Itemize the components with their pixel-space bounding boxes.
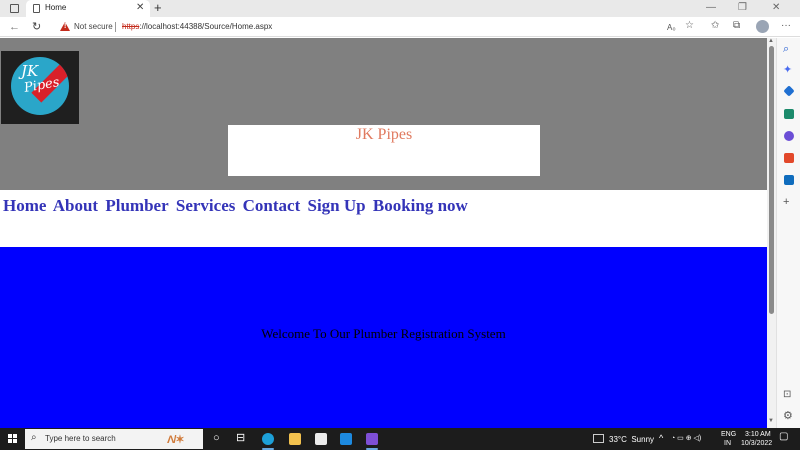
site-logo: JK Pipes <box>1 51 79 124</box>
minimize-button[interactable]: — <box>706 1 716 15</box>
weather-widget[interactable]: 33°C Sunny <box>609 435 654 444</box>
browser-tab-home[interactable]: Home ✕ <box>26 0 150 17</box>
taskbar-search[interactable]: ⌕ Type here to search Λ/✶ <box>25 429 203 449</box>
scroll-down-icon[interactable]: ▼ <box>768 418 774 424</box>
mail-icon[interactable] <box>340 433 352 445</box>
read-aloud-icon[interactable]: A₀ <box>667 21 676 35</box>
sidebar-toggle-icon[interactable]: ⊡ <box>783 389 791 400</box>
browser-titlebar: Home ✕ + — ❐ ✕ <box>0 0 800 17</box>
weather-icon[interactable] <box>593 434 604 443</box>
tab-actions-icon[interactable] <box>10 4 19 13</box>
welcome-text: Welcome To Our Plumber Registration Syst… <box>261 326 506 341</box>
search-icon: ⌕ <box>31 432 37 443</box>
more-icon[interactable]: ··· <box>781 19 791 33</box>
games-icon[interactable] <box>784 131 794 141</box>
logo-text-jk: JK <box>21 62 39 80</box>
clock-date[interactable]: 10/3/2022 <box>741 440 772 448</box>
tray-icons[interactable]: ◔ ▭ ⊕ ◁) <box>671 435 701 443</box>
page-scrollbar[interactable]: ▲ ▼ <box>767 38 776 428</box>
taskbar: ⌕ Type here to search Λ/✶ ○ ⊟ 33°C Sunny… <box>0 428 800 450</box>
store-icon[interactable] <box>315 433 327 445</box>
profile-icon[interactable] <box>756 20 769 33</box>
edge-sidebar: ⌕ ✦ + ⊡ ⚙ <box>776 38 800 428</box>
discover-icon[interactable]: ✦ <box>783 65 792 76</box>
start-button[interactable] <box>8 434 18 444</box>
url-text[interactable]: https://localhost:44388/Source/Home.aspx <box>122 22 272 31</box>
tools-icon[interactable] <box>784 109 794 119</box>
collections-icon[interactable]: ⧉ <box>733 19 740 33</box>
office-icon[interactable] <box>784 153 794 163</box>
tab-close-icon[interactable]: ✕ <box>136 2 144 14</box>
nav-link-contact[interactable]: Contact <box>243 196 301 215</box>
language-label[interactable]: ENG <box>721 431 736 439</box>
page-header: JK Pipes JK Pipes <box>0 38 767 190</box>
search-highlight-icon: Λ/✶ <box>167 434 185 446</box>
clock-time[interactable]: 3:10 AM <box>745 431 771 439</box>
search-icon[interactable]: ⌕ <box>783 44 789 55</box>
tab-title: Home <box>45 3 67 12</box>
scroll-thumb[interactable] <box>769 46 774 314</box>
nav-link-home[interactable]: Home <box>3 196 46 215</box>
nav-link-services[interactable]: Services <box>176 196 235 215</box>
refresh-button[interactable]: ↻ <box>32 20 41 34</box>
cortana-icon[interactable]: ○ <box>213 431 220 445</box>
nav-link-sign-up[interactable]: Sign Up <box>307 196 365 215</box>
task-view-icon[interactable]: ⊟ <box>236 431 245 445</box>
new-tab-button[interactable]: + <box>154 0 162 16</box>
visual-studio-icon[interactable] <box>366 433 378 445</box>
nav-link-about[interactable]: About <box>53 196 98 215</box>
nav-link-booking-now[interactable]: Booking now <box>373 196 468 215</box>
site-title: JK Pipes <box>355 126 413 143</box>
page-icon <box>33 4 40 13</box>
shopping-tag-icon[interactable] <box>783 85 795 97</box>
welcome-section: Welcome To Our Plumber Registration Syst… <box>0 247 767 428</box>
scroll-up-icon[interactable]: ▲ <box>768 38 774 44</box>
settings-icon[interactable]: ⚙ <box>783 411 793 422</box>
back-button[interactable]: ← <box>9 20 20 34</box>
outlook-icon[interactable] <box>784 175 794 185</box>
main-nav: Home About Plumber Services Contact Sign… <box>3 196 471 216</box>
close-window-button[interactable]: ✕ <box>772 1 780 15</box>
notifications-icon[interactable]: ▢ <box>779 432 788 442</box>
favorites-icon[interactable]: ✩ <box>711 19 719 33</box>
nav-link-plumber[interactable]: Plumber <box>105 196 168 215</box>
edge-icon[interactable] <box>262 433 274 445</box>
security-label[interactable]: Not secure <box>74 22 113 31</box>
add-icon[interactable]: + <box>783 197 789 208</box>
tray-chevron-icon[interactable]: ^ <box>659 434 663 443</box>
page-viewport: JK Pipes JK Pipes Home About Plumber Ser… <box>0 38 767 428</box>
file-explorer-icon[interactable] <box>289 433 301 445</box>
add-favorite-icon[interactable]: ☆ <box>685 19 694 33</box>
title-box: JK Pipes <box>228 125 540 176</box>
logo-circle: JK Pipes <box>11 57 69 115</box>
address-bar[interactable]: ! Not secure https://localhost:44388/Sou… <box>52 18 656 36</box>
divider <box>115 22 116 32</box>
maximize-button[interactable]: ❐ <box>738 1 747 15</box>
browser-toolbar: ← ↻ ! Not secure https://localhost:44388… <box>0 17 800 37</box>
region-label[interactable]: IN <box>724 440 731 448</box>
search-placeholder: Type here to search <box>45 434 116 443</box>
